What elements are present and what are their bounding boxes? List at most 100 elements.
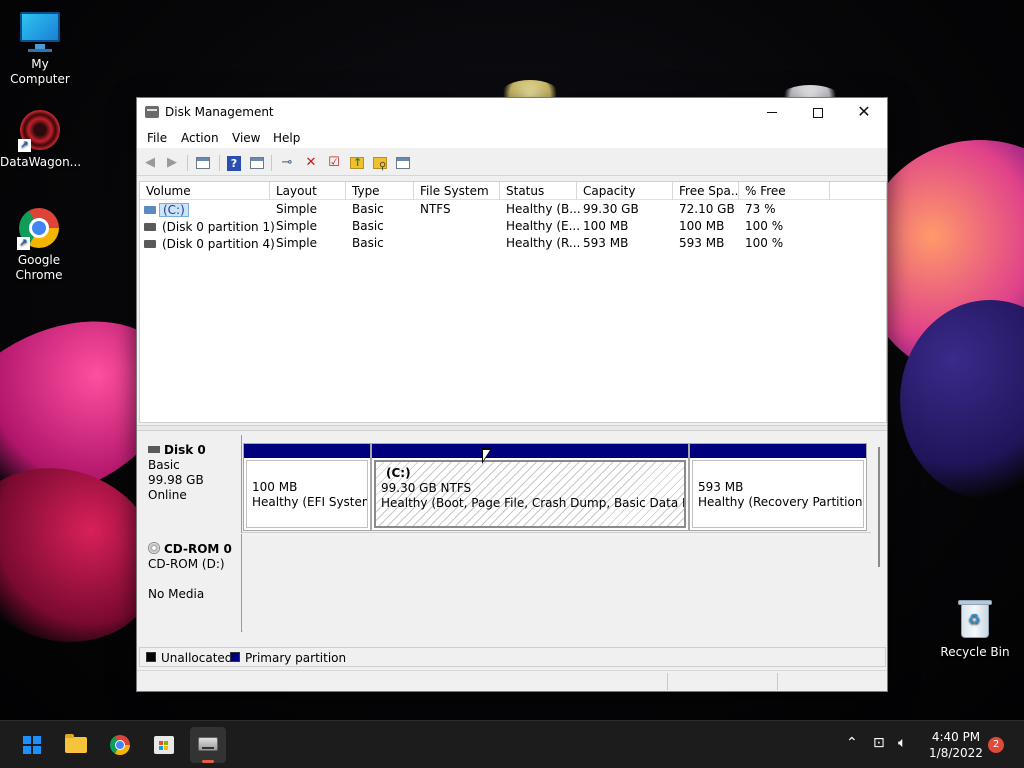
help-icon[interactable]: ? [225, 154, 243, 172]
partition-status: Healthy (EFI System P [252, 495, 367, 509]
volume-file-system [414, 218, 420, 235]
column-header-volume[interactable]: Volume [140, 182, 270, 200]
desktop-icon-google-chrome[interactable]: ↗ Google Chrome [0, 206, 78, 283]
recycle-bin-icon: ♻ [953, 598, 997, 642]
volume-list-header: Volume Layout Type File System Status Ca… [140, 182, 886, 200]
folder-search-icon[interactable] [371, 154, 389, 176]
menu-action[interactable]: Action [181, 131, 219, 145]
volume-icon[interactable]: 🔈︎ [898, 735, 906, 751]
legend-swatch-unallocated [146, 652, 156, 662]
cdrom-label[interactable]: CD-ROM 0 CD-ROM (D:) No Media [139, 534, 242, 632]
disk-management-window: Disk Management ✕ File Action View Help … [136, 97, 888, 692]
column-header-file-system[interactable]: File System [414, 182, 500, 200]
partition-body: 593 MB Healthy (Recovery Partition) [692, 460, 864, 528]
partition-title: (C:) [386, 466, 411, 480]
computer-icon [18, 10, 62, 54]
start-button[interactable] [14, 727, 50, 763]
partition-efi[interactable]: 100 MB Healthy (EFI System P [243, 443, 371, 531]
partition-color-bar [372, 444, 688, 458]
volume-name: (Disk 0 partition 1) [162, 220, 275, 234]
maximize-button[interactable] [795, 98, 841, 128]
volume-capacity: 593 MB [583, 236, 629, 250]
column-header-free-space[interactable]: Free Spa... [673, 182, 739, 200]
volume-capacity: 99.30 GB [583, 202, 639, 216]
disk-row-cdrom-0[interactable]: CD-ROM 0 CD-ROM (D:) No Media [139, 534, 871, 632]
taskbar: ⌃ ⊡ 🔈︎ 4:40 PM 1/8/2022 2 [0, 720, 1024, 768]
partition-c-drive[interactable]: (C:) 99.30 GB NTFS Healthy (Boot, Page F… [371, 443, 689, 531]
desktop-icon-recycle-bin[interactable]: ♻ Recycle Bin [935, 598, 1015, 660]
pane-splitter[interactable] [137, 425, 887, 431]
column-header-capacity[interactable]: Capacity [577, 182, 673, 200]
disk-view-scrollbar[interactable] [873, 435, 887, 645]
scrollbar-thumb[interactable] [878, 447, 880, 567]
menu-help[interactable]: Help [273, 131, 300, 145]
partition-size: 100 MB [252, 480, 298, 494]
volume-name-cell: (C:) [144, 203, 189, 217]
volume-layout: Simple [276, 219, 317, 233]
file-explorer-icon [65, 734, 87, 753]
desktop-icon-datawagon[interactable]: ↗ DataWagon... [0, 108, 82, 170]
disk-type: Basic [148, 458, 180, 472]
cdrom-drive: CD-ROM (D:) [148, 557, 225, 571]
volume-type: Basic [352, 219, 384, 233]
taskbar-chrome[interactable] [102, 727, 138, 763]
chrome-icon [110, 735, 130, 755]
drive-icon [144, 222, 156, 231]
back-icon[interactable]: ◀ [141, 154, 159, 172]
partition-size: 593 MB [698, 480, 744, 494]
disk-graphical-view: Disk 0 Basic 99.98 GB Online 100 MB Heal… [139, 435, 887, 645]
chevron-up-icon[interactable]: ⌃ [846, 735, 858, 751]
taskbar-file-explorer[interactable] [58, 727, 94, 763]
network-icon[interactable]: ⊡ [873, 735, 885, 751]
volume-row[interactable]: (C:) Simple Basic NTFS Healthy (B... 99.… [140, 201, 886, 218]
volume-row[interactable]: (Disk 0 partition 4) Simple Basic Health… [140, 235, 886, 252]
store-icon [154, 736, 174, 754]
notification-badge[interactable]: 2 [988, 737, 1004, 753]
volume-free-space: 100 MB [679, 219, 725, 233]
desktop-icon-label: DataWagon... [0, 155, 82, 169]
list-view-icon[interactable] [394, 154, 412, 172]
column-header-status[interactable]: Status [500, 182, 577, 200]
partition-status: Healthy (Boot, Page File, Crash Dump, Ba… [381, 496, 684, 510]
properties-icon[interactable] [194, 154, 212, 172]
taskbar-store[interactable] [146, 727, 182, 763]
column-header-percent-free[interactable]: % Free [739, 182, 830, 200]
volume-file-system: NTFS [420, 202, 451, 216]
desktop-icon-my-computer[interactable]: My Computer [0, 10, 80, 87]
volume-list[interactable]: Volume Layout Type File System Status Ca… [139, 181, 887, 423]
minimize-button[interactable] [749, 98, 795, 128]
forward-icon[interactable]: ▶ [163, 154, 181, 172]
volume-file-system [414, 235, 420, 252]
menu-view[interactable]: View [232, 131, 260, 145]
menu-file[interactable]: File [147, 131, 167, 145]
volume-percent-free: 100 % [745, 236, 784, 250]
close-button[interactable]: ✕ [841, 98, 887, 128]
column-header-empty [830, 182, 886, 200]
volume-percent-free: 100 % [745, 219, 784, 233]
partition-size: 99.30 GB NTFS [381, 481, 472, 495]
desktop-icon-label: My Computer [10, 57, 70, 86]
volume-type: Basic [352, 202, 384, 216]
volume-status: Healthy (B... [506, 202, 581, 216]
active-app-indicator [202, 760, 214, 763]
column-header-type[interactable]: Type [346, 182, 414, 200]
disk-management-icon [145, 106, 159, 118]
chrome-icon: ↗ [17, 206, 61, 250]
title-bar[interactable]: Disk Management ✕ [137, 98, 887, 128]
partition-body: 100 MB Healthy (EFI System P [246, 460, 368, 528]
legend: Unallocated Primary partition [139, 647, 886, 667]
partition-recovery[interactable]: 593 MB Healthy (Recovery Partition) [689, 443, 867, 531]
column-header-layout[interactable]: Layout [270, 182, 346, 200]
check-icon[interactable]: ☑ [325, 154, 343, 172]
volume-row[interactable]: (Disk 0 partition 1) Simple Basic Health… [140, 218, 886, 235]
clock[interactable]: 4:40 PM 1/8/2022 [920, 729, 992, 761]
disk-label[interactable]: Disk 0 Basic 99.98 GB Online [139, 435, 242, 533]
refresh-icon[interactable] [248, 154, 266, 172]
disk-row-disk-0[interactable]: Disk 0 Basic 99.98 GB Online 100 MB Heal… [139, 435, 871, 533]
taskbar-disk-management[interactable] [190, 727, 226, 763]
folder-up-icon[interactable] [348, 154, 366, 172]
cdrom-name: CD-ROM 0 [164, 542, 232, 556]
volume-name: (C:) [159, 203, 189, 217]
connect-icon[interactable]: ⊸ [278, 154, 296, 172]
delete-icon[interactable]: ✕ [302, 154, 320, 172]
